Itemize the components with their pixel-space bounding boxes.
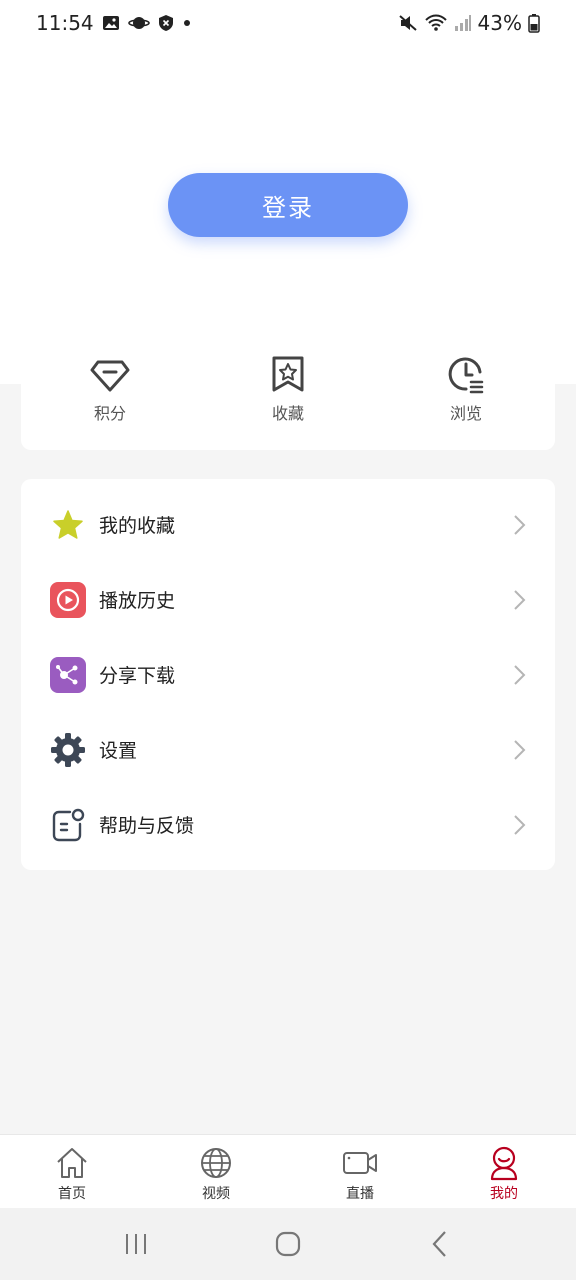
menu-item-help-feedback[interactable]: 帮助与反馈 xyxy=(21,787,555,862)
chevron-right-icon xyxy=(514,739,526,760)
chevron-right-icon xyxy=(514,514,526,535)
planet-icon xyxy=(127,14,150,32)
mute-icon xyxy=(398,14,418,32)
tab-label: 视频 xyxy=(202,1186,230,1202)
tab-label: 首页 xyxy=(58,1186,86,1202)
back-icon[interactable] xyxy=(425,1229,455,1259)
quick-actions-card: 积分 收藏 浏览 xyxy=(21,340,555,450)
quick-action-history[interactable]: 浏览 xyxy=(377,340,555,450)
quick-action-points[interactable]: 积分 xyxy=(21,340,199,450)
bottom-tab-bar: 首页 视频 直播 我的 xyxy=(0,1134,576,1208)
menu-item-label: 我的收藏 xyxy=(99,515,176,537)
star-icon xyxy=(49,506,87,544)
quick-action-label: 浏览 xyxy=(449,404,482,423)
signal-icon xyxy=(454,14,472,32)
menu-item-label: 播放历史 xyxy=(99,590,176,612)
status-time: 11:54 xyxy=(36,11,94,35)
bookmark-star-icon xyxy=(272,356,304,392)
notification-dot-icon xyxy=(182,18,192,28)
video-camera-icon xyxy=(343,1152,377,1174)
menu-item-play-history[interactable]: 播放历史 xyxy=(21,562,555,637)
menu-item-settings[interactable]: 设置 xyxy=(21,712,555,787)
quick-action-label: 积分 xyxy=(93,404,126,423)
shield-icon xyxy=(158,14,174,32)
share-icon xyxy=(49,656,87,694)
tab-live[interactable]: 直播 xyxy=(288,1135,432,1208)
gear-icon xyxy=(49,731,87,769)
globe-icon xyxy=(201,1148,231,1178)
recent-apps-icon[interactable] xyxy=(121,1229,151,1259)
home-icon xyxy=(57,1148,87,1178)
chevron-right-icon xyxy=(514,814,526,835)
battery-percent: 43% xyxy=(477,11,522,35)
menu-item-label: 帮助与反馈 xyxy=(99,815,195,837)
chevron-right-icon xyxy=(514,589,526,610)
chevron-right-icon xyxy=(514,664,526,685)
menu-card: 我的收藏 播放历史 分享下载 设置 帮助与反馈 xyxy=(21,479,555,870)
menu-item-my-favorites[interactable]: 我的收藏 xyxy=(21,487,555,562)
tab-label: 直播 xyxy=(346,1186,374,1202)
menu-item-label: 分享下载 xyxy=(99,665,176,687)
tab-label: 我的 xyxy=(490,1186,518,1202)
menu-item-label: 设置 xyxy=(99,740,138,762)
quick-action-favorites[interactable]: 收藏 xyxy=(199,340,377,450)
login-button[interactable]: 登录 xyxy=(168,173,408,237)
user-icon xyxy=(490,1146,518,1181)
history-clock-icon xyxy=(448,357,484,394)
feedback-icon xyxy=(49,806,87,844)
tab-video[interactable]: 视频 xyxy=(144,1135,288,1208)
play-history-icon xyxy=(49,581,87,619)
status-bar: 11:54 43% xyxy=(0,0,576,46)
wifi-icon xyxy=(424,14,448,32)
system-nav-bar xyxy=(0,1208,576,1280)
gallery-icon xyxy=(102,14,120,32)
menu-item-share-download[interactable]: 分享下载 xyxy=(21,637,555,712)
tab-mine[interactable]: 我的 xyxy=(432,1135,576,1208)
quick-action-label: 收藏 xyxy=(271,404,304,423)
diamond-icon xyxy=(90,360,130,392)
battery-icon xyxy=(528,13,540,33)
tab-home[interactable]: 首页 xyxy=(0,1135,144,1208)
home-button-icon[interactable] xyxy=(273,1229,303,1259)
